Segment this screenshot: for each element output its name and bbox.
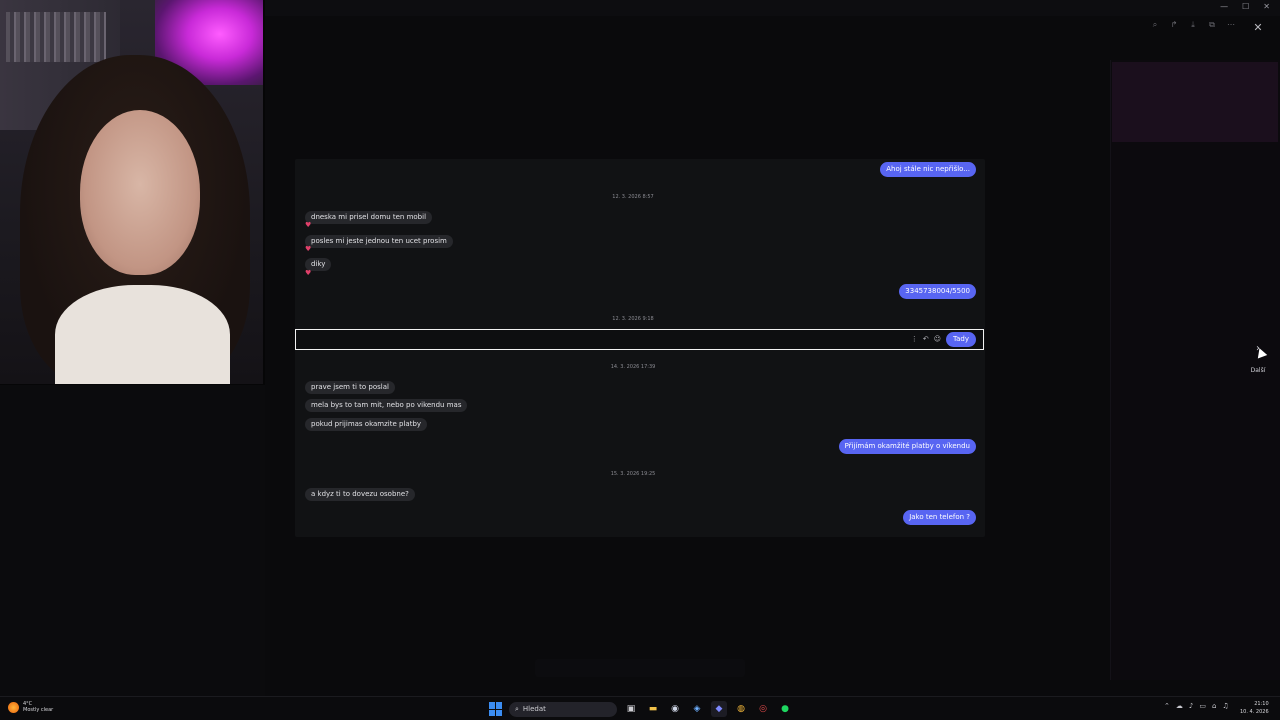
volume-icon[interactable]: ♫ xyxy=(1222,702,1228,710)
incoming-message: posles mi jeste jednou ten ucet prosim xyxy=(305,235,453,248)
outgoing-message: Ahoj stále nic nepřišlo... xyxy=(880,162,976,177)
steam-icon[interactable]: ◉ xyxy=(667,701,683,717)
highlighted-message-row[interactable]: ⋮ ↶ ☺ Tady xyxy=(295,329,984,350)
viewer-close-button[interactable]: ✕ xyxy=(1250,20,1266,36)
close-icon: ✕ xyxy=(1253,21,1263,34)
outgoing-message: Tady xyxy=(946,332,976,347)
cloud-icon[interactable]: ☁ xyxy=(1176,702,1183,710)
spotify-icon[interactable]: ● xyxy=(777,701,793,717)
more-icon[interactable]: ⋯ xyxy=(1226,20,1236,30)
taskbar: 4°C Mostly clear ⌕ Hledat ▣ ▬ ◉ ◈ ◆ ◍ ◎ … xyxy=(0,696,1280,720)
background-right-banner xyxy=(1112,62,1278,142)
chevron-up-icon[interactable]: ⌃ xyxy=(1164,702,1170,710)
heart-icon: ♥ xyxy=(305,269,312,277)
incoming-message: pokud prijimas okamzite platby xyxy=(305,418,428,431)
clock-time: 21:10 xyxy=(1254,701,1269,707)
heart-icon: ♥ xyxy=(305,245,312,253)
taskbar-clock[interactable]: 21:10 10. 4. 2026 xyxy=(1240,700,1269,716)
outgoing-message: Přijímám okamžité platby o víkendu xyxy=(838,439,976,454)
heart-icon: ♥ xyxy=(305,221,312,229)
streamer-sweater xyxy=(55,285,230,384)
background-titlebar xyxy=(265,0,1280,16)
system-tray: ⌃ ☁ ♪ ▭ ⌂ ♫ xyxy=(1164,702,1229,710)
viewer-toolbar: ⌕ ↱ ⤓ ⧉ ⋯ xyxy=(1150,20,1236,30)
date-separator: 12. 3. 2026 9:18 xyxy=(612,316,654,322)
screen: — ☐ ✕ ⌕ ↱ ⤓ ⧉ ⋯ ✕ Ahoj stále nic nepřišl… xyxy=(0,0,1280,720)
next-tooltip: Další xyxy=(1250,367,1266,374)
window-controls: — ☐ ✕ xyxy=(1220,2,1270,11)
more-options-icon[interactable]: ⋮ xyxy=(911,334,918,345)
obs-icon[interactable]: ◎ xyxy=(755,701,771,717)
app-icon[interactable]: ◈ xyxy=(689,701,705,717)
minimize-icon[interactable]: — xyxy=(1220,2,1228,11)
streamer-face xyxy=(80,110,200,275)
message-actions: ⋮ ↶ ☺ xyxy=(911,334,941,345)
file-explorer-icon[interactable]: ▬ xyxy=(645,701,661,717)
search-icon: ⌕ xyxy=(515,704,519,713)
window-close-icon[interactable]: ✕ xyxy=(1263,2,1270,11)
date-separator: 12. 3. 2026 8:57 xyxy=(612,194,654,200)
search-placeholder: Hledat xyxy=(522,705,546,713)
webcam-overlay xyxy=(0,0,263,384)
maximize-icon[interactable]: ☐ xyxy=(1242,2,1249,11)
clock-date: 10. 4. 2026 xyxy=(1240,709,1269,715)
network-icon[interactable]: ⌂ xyxy=(1212,702,1216,710)
background-dock xyxy=(535,659,745,677)
incoming-message: dneska mi prisel domu ten mobil xyxy=(305,211,433,224)
date-separator: 15. 3. 2026 19:25 xyxy=(610,471,656,477)
task-view-icon[interactable]: ▣ xyxy=(623,701,639,717)
taskbar-apps: ⌕ Hledat ▣ ▬ ◉ ◈ ◆ ◍ ◎ ● xyxy=(489,701,793,717)
reply-icon[interactable]: ↶ xyxy=(923,334,929,345)
outgoing-message: 3345738004/5500 xyxy=(899,284,976,299)
emoji-icon[interactable]: ☺ xyxy=(934,334,941,345)
taskbar-search[interactable]: ⌕ Hledat xyxy=(509,701,617,717)
outgoing-message: Jako ten telefon ? xyxy=(903,510,976,525)
incoming-message: a kdyz ti to dovezu osobne? xyxy=(305,488,415,501)
open-external-icon[interactable]: ⧉ xyxy=(1207,20,1217,30)
incoming-message: prave jsem ti to poslal xyxy=(305,381,395,394)
weather-icon xyxy=(8,701,19,713)
zoom-icon[interactable]: ⌕ xyxy=(1150,20,1160,30)
weather-widget[interactable]: 4°C Mostly clear xyxy=(8,701,53,713)
start-button[interactable] xyxy=(489,702,503,716)
forward-icon[interactable]: ↱ xyxy=(1169,20,1179,30)
download-icon[interactable]: ⤓ xyxy=(1188,20,1198,30)
incoming-message: mela bys to tam mit, nebo po vikendu mas xyxy=(305,399,468,412)
chrome-icon[interactable]: ◍ xyxy=(733,701,749,717)
weather-description: Mostly clear xyxy=(23,707,54,713)
background-sidebar xyxy=(0,385,265,696)
books xyxy=(6,12,106,62)
monitor-icon[interactable]: ▭ xyxy=(1199,702,1206,710)
discord-icon[interactable]: ◆ xyxy=(711,701,727,717)
microphone-icon[interactable]: ♪ xyxy=(1189,702,1193,710)
date-separator: 14. 3. 2026 17:39 xyxy=(610,364,656,370)
